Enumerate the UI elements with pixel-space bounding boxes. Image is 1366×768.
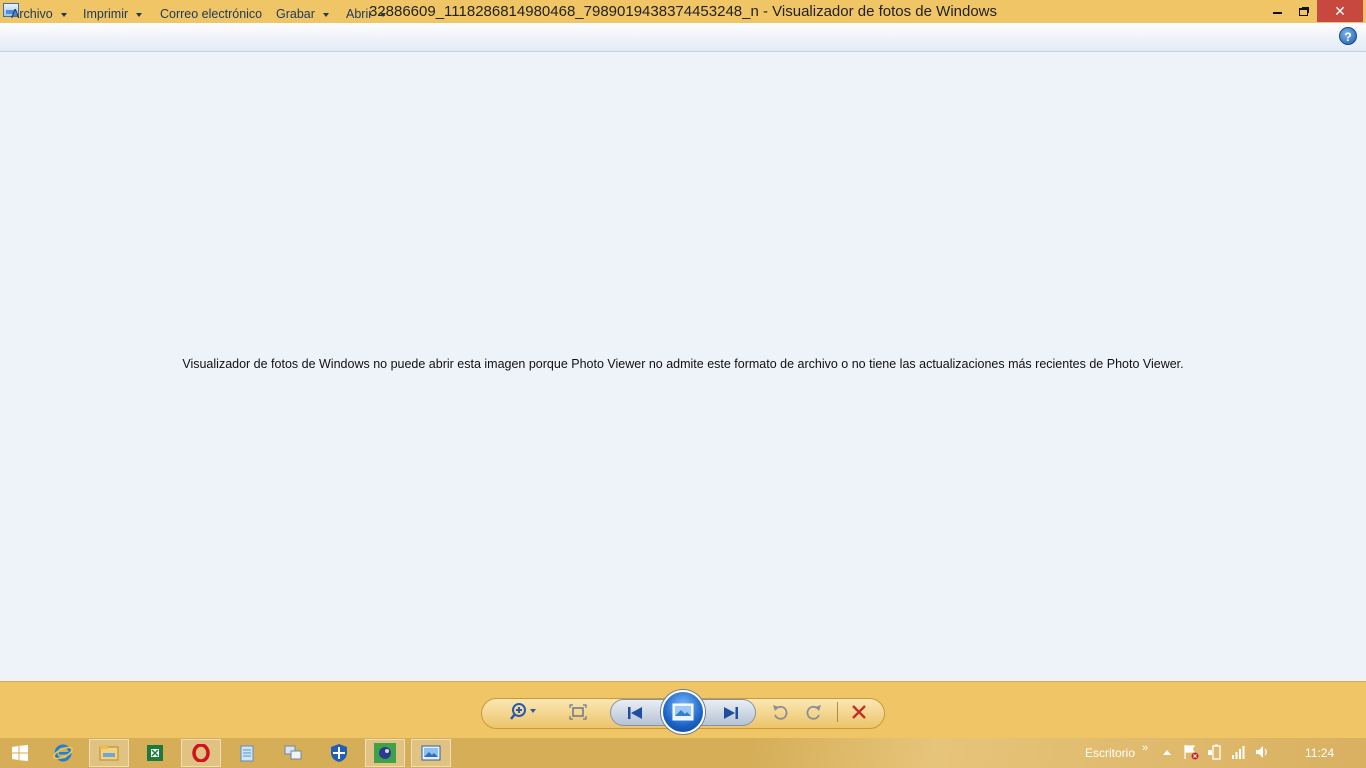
show-hidden-icons-button[interactable]	[1159, 744, 1175, 760]
start-button[interactable]	[0, 739, 40, 767]
toolbar-expand-chevron[interactable]: »	[1142, 733, 1148, 763]
error-message: Visualizador de fotos de Windows no pued…	[182, 357, 1184, 371]
network-tray[interactable]	[1231, 744, 1247, 760]
menu-imprimir-label: Imprimir	[83, 7, 129, 21]
menu-correo[interactable]: Correo electrónico	[160, 0, 262, 29]
menu-abrir[interactable]: Abrir	[346, 0, 387, 29]
help-icon[interactable]: ?	[1339, 27, 1357, 45]
menu-archivo-label: Archivo	[11, 7, 53, 21]
network-icon	[284, 745, 302, 760]
taskbar-notepad[interactable]	[227, 739, 267, 767]
flag-warning-icon	[1184, 745, 1199, 760]
taskbar-excel[interactable]	[135, 739, 175, 767]
rotate-right-icon	[806, 705, 821, 720]
zoom-button[interactable]	[507, 699, 543, 725]
image-viewport: Visualizador de fotos de Windows no pued…	[0, 52, 1366, 681]
next-icon	[724, 706, 738, 719]
slideshow-icon	[672, 703, 694, 721]
menu-archivo[interactable]: Archivo	[11, 0, 67, 29]
close-icon: ✕	[1334, 3, 1346, 19]
menu-imprimir[interactable]: Imprimir	[83, 0, 143, 29]
chevron-down-icon	[380, 12, 387, 17]
battery-plug-icon	[1208, 744, 1221, 760]
chevron-down-icon	[60, 12, 67, 17]
restore-icon	[1299, 7, 1308, 16]
photo-viewer-icon	[421, 745, 441, 761]
excel-icon	[147, 745, 163, 761]
minimize-icon	[1273, 11, 1282, 14]
chevron-up-icon	[1163, 750, 1171, 755]
delete-button[interactable]	[847, 701, 871, 723]
menu-abrir-label: Abrir	[346, 7, 373, 21]
taskbar-clock[interactable]: 11:24	[1305, 738, 1334, 768]
slideshow-button[interactable]	[661, 690, 705, 734]
game-icon	[374, 743, 396, 763]
opera-icon	[192, 744, 210, 762]
signal-bars-icon	[1232, 746, 1245, 759]
taskbar-gradient	[752, 738, 1366, 768]
fit-window-button[interactable]	[566, 701, 590, 723]
volume-icon	[1256, 746, 1267, 758]
fit-window-icon	[569, 704, 587, 720]
desktop-toolbar-label[interactable]: Escritorio	[1085, 738, 1135, 768]
action-center-tray[interactable]	[1183, 744, 1199, 760]
menu-grabar-label: Grabar	[276, 7, 315, 21]
start-icon	[12, 745, 28, 761]
power-tray[interactable]	[1207, 744, 1223, 760]
internet-explorer-icon	[53, 744, 73, 762]
previous-button[interactable]	[620, 700, 650, 725]
restore-button[interactable]	[1290, 0, 1317, 22]
volume-tray[interactable]	[1255, 744, 1271, 760]
menu-grabar[interactable]: Grabar	[276, 0, 329, 29]
rotate-left-button[interactable]	[768, 701, 792, 723]
close-button[interactable]: ✕	[1317, 0, 1363, 22]
taskbar-file-explorer[interactable]	[89, 739, 129, 767]
taskbar-defender[interactable]	[319, 739, 359, 767]
previous-icon	[628, 706, 642, 719]
minimize-button[interactable]	[1264, 0, 1291, 22]
controls-separator	[837, 702, 838, 722]
taskbar-game[interactable]	[365, 739, 405, 767]
notepad-icon	[240, 745, 254, 762]
file-explorer-icon	[99, 745, 119, 761]
rotate-right-button[interactable]	[802, 701, 826, 723]
chevron-down-icon	[322, 12, 329, 17]
taskbar-opera[interactable]	[181, 739, 221, 767]
taskbar-network-app[interactable]	[273, 739, 313, 767]
taskbar-internet-explorer[interactable]	[43, 739, 83, 767]
zoom-icon	[510, 703, 536, 720]
delete-icon	[852, 705, 866, 719]
rotate-left-icon	[773, 705, 788, 720]
chevron-down-icon	[136, 12, 143, 17]
taskbar-photo-viewer[interactable]	[411, 739, 451, 767]
next-button[interactable]	[716, 700, 746, 725]
defender-icon	[331, 744, 347, 762]
